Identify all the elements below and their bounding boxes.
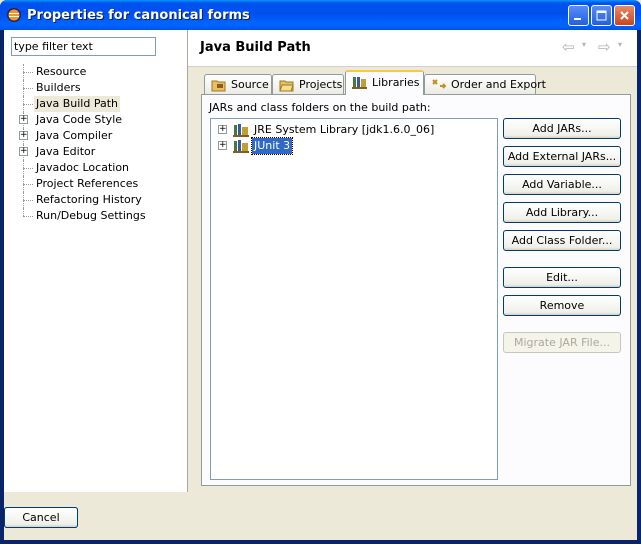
nav-item-label: Javadoc Location <box>36 161 130 174</box>
libraries-tree[interactable]: + JRE System Library [jdk1.6.0_06] + JUn… <box>210 118 498 480</box>
nav-item-java-compiler[interactable]: + Java Compiler <box>18 128 186 144</box>
remove-button[interactable]: Remove <box>503 295 621 316</box>
nav-item-label: Resource <box>36 65 87 78</box>
forward-dropdown-icon[interactable]: ▾ <box>618 40 622 49</box>
add-jars-button[interactable]: Add JARs... <box>503 118 621 139</box>
window-title: Properties for canonical forms <box>27 8 250 23</box>
expand-icon[interactable]: + <box>218 125 227 134</box>
nav-item-label: Java Code Style <box>36 113 123 126</box>
filter-input[interactable] <box>11 37 156 56</box>
nav-item-resource[interactable]: Resource <box>18 64 186 80</box>
tree-line <box>23 200 33 201</box>
nav-item-label: Run/Debug Settings <box>36 209 146 222</box>
maximize-icon <box>596 10 607 21</box>
back-arrow-icon[interactable]: ⇦ <box>562 38 575 56</box>
library-icon <box>233 140 249 153</box>
tree-line <box>23 168 33 169</box>
tab-order-and-export[interactable]: Order and Export <box>424 74 546 94</box>
nav-item-javadoc-location[interactable]: Javadoc Location <box>18 160 186 176</box>
library-label: JRE System Library [jdk1.6.0_06] <box>254 123 435 136</box>
add-library-button[interactable]: Add Library... <box>503 202 621 223</box>
tab-libraries[interactable]: Libraries <box>345 70 424 95</box>
nav-item-label: Builders <box>36 81 81 94</box>
cancel-button[interactable]: Cancel <box>4 507 78 528</box>
title-bar[interactable]: Properties for canonical forms <box>0 0 641 30</box>
expand-icon[interactable]: + <box>218 141 227 150</box>
tab-label: Source <box>231 78 269 91</box>
libraries-panel: JARs and class folders on the build path… <box>201 94 631 486</box>
category-pane: Resource Builders Java Build Path + Java… <box>4 30 188 492</box>
expand-icon[interactable]: + <box>19 115 28 124</box>
tree-line <box>23 184 33 185</box>
tree-line <box>23 72 33 73</box>
properties-dialog: Properties for canonical forms Resource … <box>0 0 641 544</box>
source-folder-icon <box>211 80 226 92</box>
migrate-jar-button: Migrate JAR File... <box>503 332 621 353</box>
tree-line <box>23 88 33 89</box>
expand-icon[interactable]: + <box>19 131 28 140</box>
property-page: Java Build Path ⇦ ▾ ⇨ ▾ Source Projects … <box>188 30 637 492</box>
nav-item-java-code-style[interactable]: + Java Code Style <box>18 112 186 128</box>
nav-item-builders[interactable]: Builders <box>18 80 186 96</box>
eclipse-icon <box>7 8 21 22</box>
dialog-client: Resource Builders Java Build Path + Java… <box>4 30 637 540</box>
library-icon <box>233 124 249 137</box>
tree-line <box>23 104 33 105</box>
forward-arrow-icon[interactable]: ⇨ <box>598 38 611 56</box>
tab-source[interactable]: Source <box>204 74 272 94</box>
tab-label: Projects <box>299 78 343 91</box>
nav-item-refactoring-history[interactable]: Refactoring History <box>18 192 186 208</box>
page-header: Java Build Path ⇦ ▾ ⇨ ▾ <box>188 30 637 66</box>
tree-line <box>23 208 24 216</box>
add-variable-button[interactable]: Add Variable... <box>503 174 621 195</box>
close-button[interactable] <box>614 5 635 26</box>
tab-label: Order and Export <box>451 78 546 91</box>
add-class-folder-button[interactable]: Add Class Folder... <box>503 230 621 251</box>
nav-item-label: Refactoring History <box>36 193 142 206</box>
minimize-icon <box>574 18 581 20</box>
order-export-icon <box>432 79 447 89</box>
nav-item-java-editor[interactable]: + Java Editor <box>18 144 186 160</box>
nav-item-label: Java Compiler <box>36 129 113 142</box>
minimize-button[interactable] <box>568 5 589 26</box>
dialog-footer: ? OK Cancel <box>4 493 637 540</box>
edit-button[interactable]: Edit... <box>503 267 621 288</box>
nav-item-project-references[interactable]: Project References <box>18 176 186 192</box>
tree-line <box>23 216 33 217</box>
page-title: Java Build Path <box>200 40 311 55</box>
nav-item-java-build-path[interactable]: Java Build Path <box>18 96 186 112</box>
tab-label: Libraries <box>372 76 420 89</box>
back-dropdown-icon[interactable]: ▾ <box>582 40 586 49</box>
libraries-label: JARs and class folders on the build path… <box>209 101 431 114</box>
close-icon <box>620 11 629 20</box>
category-tree: Resource Builders Java Build Path + Java… <box>18 64 186 224</box>
nav-item-label: Java Editor <box>36 145 96 158</box>
maximize-button[interactable] <box>591 5 612 26</box>
library-label: JUnit 3 <box>250 137 294 155</box>
header-separator <box>188 66 637 67</box>
tab-projects[interactable]: Projects <box>272 74 344 94</box>
nav-item-label: Java Build Path <box>34 96 121 112</box>
expand-icon[interactable]: + <box>19 147 28 156</box>
add-external-jars-button[interactable]: Add External JARs... <box>503 146 621 167</box>
nav-item-label: Project References <box>36 177 139 190</box>
libraries-icon <box>352 77 367 89</box>
projects-icon <box>279 80 294 92</box>
nav-item-run-debug-settings[interactable]: Run/Debug Settings <box>18 208 186 224</box>
